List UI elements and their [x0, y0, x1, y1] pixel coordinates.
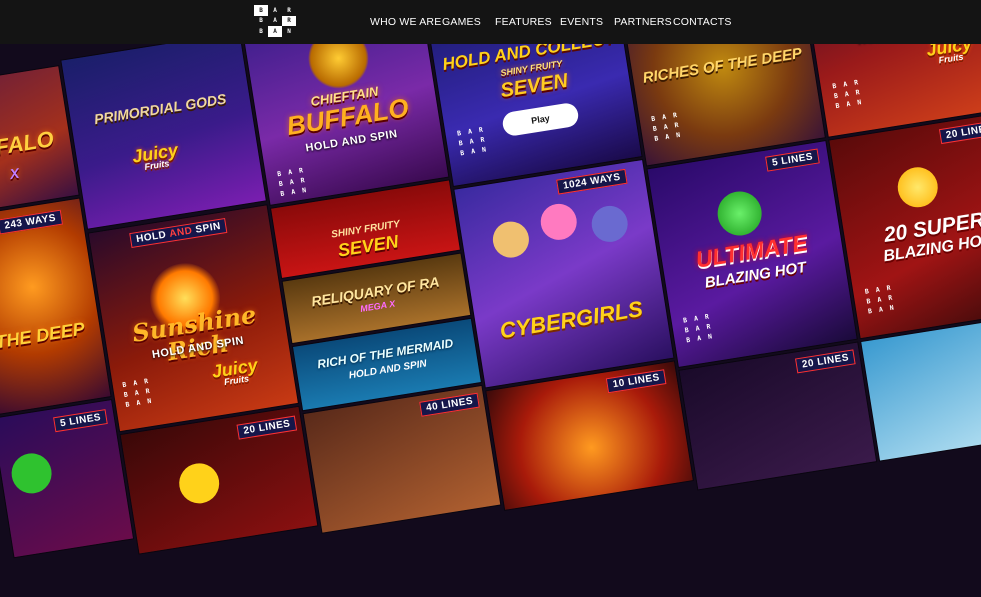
game-tile-lines20-a[interactable]: 20 LINES — [120, 406, 318, 554]
studio-l3c: N — [675, 130, 681, 140]
logo-letter-a2: A — [273, 17, 277, 25]
lines-badge-text: 10 LINES — [612, 372, 661, 391]
games-collage: UFFALO X 243 WAYS THE DEEP 5 LINES PRIMO… — [0, 0, 981, 558]
clover-icon — [714, 188, 765, 239]
lines-badge-text: 5 LINES — [771, 151, 814, 169]
game-tile-primordial-gods[interactable]: PRIMORDIAL GODS Juicy Fruits — [61, 32, 266, 229]
lines-badge: 5 LINES — [53, 409, 109, 433]
nav-contacts[interactable]: CONTACTS — [673, 0, 732, 44]
logo-letter-a3: A — [268, 26, 282, 37]
studio-l3c: N — [301, 186, 307, 195]
logo-letter-a1: A — [273, 6, 277, 14]
ways-badge: 243 WAYS — [0, 209, 64, 235]
studio-mark: BAR BAR BAN — [861, 282, 898, 317]
nav-link-partners[interactable]: PARTNERS — [614, 16, 672, 28]
top-navbar: B A R B A R B A N WHO WE ARE GAMES FEATU… — [0, 0, 981, 44]
game-title: PRIMORDIAL GODS — [92, 90, 228, 128]
nav-link-games[interactable]: GAMES — [442, 16, 481, 28]
game-title: CYBERGIRLS — [497, 295, 645, 344]
nav-features[interactable]: FEATURES — [495, 0, 552, 44]
badge-hold: HOLD — [135, 229, 168, 246]
logo-letter-b1: B — [254, 5, 268, 16]
game-tile-lines40[interactable]: 40 LINES — [303, 385, 501, 533]
studio-mark: BAR BAR BAN — [118, 376, 155, 411]
game-tile-cybergirls[interactable]: 1024 WAYS CYBERGIRLS — [454, 160, 674, 388]
game-tile-lines20-b[interactable]: 20 LINES — [679, 342, 877, 490]
studio-mark: BAR BAR BAN — [679, 311, 716, 346]
lines-badge: 10 LINES — [605, 369, 667, 394]
studio-mark: BAR BAR BAN — [273, 165, 310, 200]
game-tile-riches-deep-partial[interactable]: 243 WAYS THE DEEP — [0, 198, 111, 415]
studio-l3c: N — [707, 332, 713, 341]
lines-badge: 40 LINES — [419, 392, 481, 417]
game-title: RICHES OF THE DEEP — [641, 44, 804, 87]
game-tile-20-super-blazing-hot[interactable]: 20 LINES 20 SUPER BLAZING HOT BAR BAR BA… — [829, 112, 981, 339]
lines-badge: 20 LINES — [236, 415, 298, 440]
barbarabang-logo[interactable]: B A R B A R B A N — [254, 5, 296, 37]
juicy-fruits-logo: Juicy Fruits — [131, 140, 180, 173]
nav-games[interactable]: GAMES — [442, 0, 481, 44]
studio-mark: BAR BAR BAN — [647, 110, 684, 145]
ways-badge-text: 1024 WAYS — [562, 171, 622, 192]
studio-l3c: N — [481, 145, 487, 154]
lines-badge-text: 20 LINES — [945, 122, 981, 142]
badge-and: AND — [168, 225, 194, 240]
nav-partners[interactable]: PARTNERS — [614, 0, 672, 44]
logo-letter-b2: B — [259, 17, 263, 25]
badge-spin: SPIN — [194, 220, 222, 236]
ways-badge-text: 243 WAYS — [3, 212, 57, 232]
logo-letter-r2: R — [282, 15, 296, 27]
character-head-3 — [589, 203, 631, 245]
studio-l3c: N — [146, 396, 152, 406]
character-head-1 — [490, 218, 532, 261]
nav-link-events[interactable]: EVENTS — [560, 16, 603, 28]
game-tile-sunshine-rich-1[interactable]: HOLD AND SPIN Sunshine Rich HOLD AND SPI… — [88, 205, 298, 432]
character-head-2 — [538, 201, 580, 243]
studio-mark: BAR BAR BAN — [828, 77, 865, 112]
nav-who-we-are[interactable]: WHO WE ARE — [370, 0, 441, 44]
lines-badge-text: 40 LINES — [425, 395, 474, 414]
studio-l3c: N — [856, 98, 862, 107]
nav-link-contacts[interactable]: CONTACTS — [673, 16, 732, 28]
game-subtitle-x: X — [8, 164, 21, 183]
juicy-fruits-logo: Juicy Fruits — [210, 355, 260, 388]
hold-and-spin-badge: HOLD AND SPIN — [129, 217, 228, 249]
star-icon — [176, 460, 223, 507]
studio-mark: BAR BAR BAN — [453, 124, 490, 159]
game-tile-lines5-partial[interactable]: 5 LINES — [0, 400, 133, 558]
nav-link-features[interactable]: FEATURES — [495, 16, 552, 28]
play-button[interactable]: Play — [501, 101, 580, 138]
game-title: THE DEEP — [0, 318, 87, 353]
logo-letter-b3: B — [259, 27, 263, 35]
lines-badge: 20 LINES — [795, 349, 857, 374]
nav-events[interactable]: EVENTS — [560, 0, 603, 44]
lines-badge-text: 5 LINES — [59, 411, 102, 430]
ways-badge: 1024 WAYS — [556, 168, 628, 195]
studio-l3c: N — [889, 303, 895, 313]
game-tile-jungle[interactable]: 9 — [861, 313, 981, 461]
clover-icon — [8, 450, 55, 497]
game-tile-ultimate-blazing-hot[interactable]: 5 LINES ULTIMATE BLAZING HOT BAR BAR BAN — [647, 141, 857, 367]
nav-link-who-we-are[interactable]: WHO WE ARE — [370, 16, 441, 28]
lines-badge-text: 20 LINES — [242, 418, 292, 437]
logo-letter-r1: R — [287, 6, 291, 14]
logo-letter-n: N — [287, 27, 291, 35]
lines-badge: 5 LINES — [765, 148, 821, 172]
star-icon — [894, 164, 941, 211]
game-tile-lines10[interactable]: 10 LINES — [486, 361, 693, 510]
lines-badge-text: 20 LINES — [801, 352, 850, 371]
lines-badge: 20 LINES — [938, 119, 981, 145]
